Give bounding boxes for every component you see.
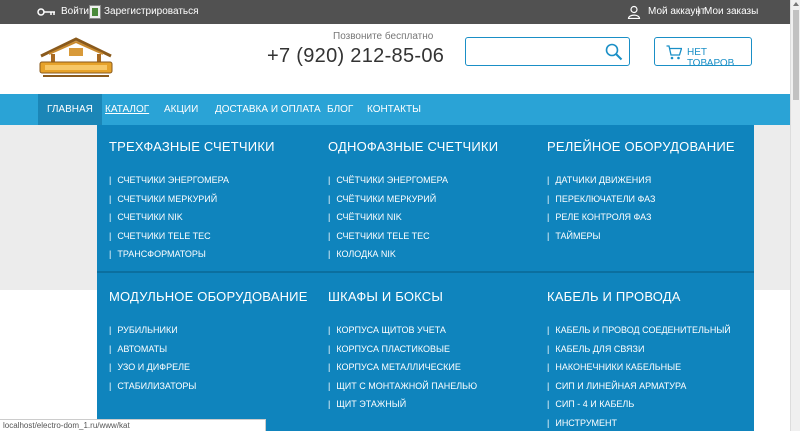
nav-catalog[interactable]: КАТАЛОГ [96, 94, 158, 125]
subcategory-link[interactable]: СЧЕТЧИКИ NIK [109, 212, 275, 231]
category-title[interactable]: КАБЕЛЬ И ПРОВОДА [547, 289, 731, 304]
dropdown-column: ТРЕХФАЗНЫЕ СЧЕТЧИКИ СЧЕТЧИКИ ЭНЕРГОМЕРА … [109, 139, 275, 268]
dropdown-column: ШКАФЫ И БОКСЫ КОРПУСА ЩИТОВ УЧЕТА КОРПУС… [328, 289, 477, 418]
scroll-up-icon[interactable] [793, 2, 799, 6]
search-box [465, 37, 630, 66]
subcategory-link[interactable]: ПЕРЕКЛЮЧАТЕЛИ ФАЗ [547, 194, 735, 213]
vertical-scrollbar[interactable] [790, 0, 800, 431]
cart-label: НЕТ ТОВАРОВ [687, 47, 735, 69]
nav-promotions[interactable]: АКЦИИ [155, 94, 207, 125]
subcategory-link[interactable]: КОРПУСА ПЛАСТИКОВЫЕ [328, 344, 477, 363]
scrollbar-thumb[interactable] [793, 10, 799, 100]
category-title[interactable]: ТРЕХФАЗНЫЕ СЧЕТЧИКИ [109, 139, 275, 154]
register-link[interactable]: Зарегистрироваться [104, 6, 199, 17]
subcategory-link[interactable]: ДАТЧИКИ ДВИЖЕНИЯ [547, 175, 735, 194]
dropdown-divider [97, 271, 754, 273]
search-icon[interactable] [605, 43, 623, 61]
subcategory-link[interactable]: СЧЁТЧИКИ ЭНЕРГОМЕРА [328, 175, 498, 194]
catalog-dropdown: ТРЕХФАЗНЫЕ СЧЕТЧИКИ СЧЕТЧИКИ ЭНЕРГОМЕРА … [97, 125, 754, 431]
status-bar-url: localhost/electro-dom_1.ru/www/kat [0, 419, 266, 431]
subcategory-link[interactable]: КОЛОДКА NIK [328, 249, 498, 268]
subcategory-link[interactable]: СЧЕТЧИКИ TELE TEC [109, 231, 275, 250]
search-input[interactable] [471, 42, 596, 62]
main-nav: ГЛАВНАЯ КАТАЛОГ АКЦИИ ДОСТАВКА И ОПЛАТА … [0, 94, 790, 125]
subcategory-link[interactable]: СЧЁТЧИКИ NIK [328, 212, 498, 231]
subcategory-link[interactable]: КАБЕЛЬ ДЛЯ СВЯЗИ [547, 344, 731, 363]
subcategory-link[interactable]: КОРПУСА МЕТАЛЛИЧЕСКИЕ [328, 362, 477, 381]
subcategory-link[interactable]: СИП - 4 И КАБЕЛЬ [547, 399, 731, 418]
subcategory-link[interactable]: АВТОМАТЫ [109, 344, 308, 363]
subcategory-link[interactable]: ИНСТРУМЕНТ [547, 418, 731, 431]
subcategory-link[interactable]: СЧЕТЧИКИ ЭНЕРГОМЕРА [109, 175, 275, 194]
house-logo[interactable] [37, 36, 115, 82]
dropdown-column: РЕЛЕЙНОЕ ОБОРУДОВАНИЕ ДАТЧИКИ ДВИЖЕНИЯ П… [547, 139, 735, 249]
subcategory-link[interactable]: РЕЛЕ КОНТРОЛЯ ФАЗ [547, 212, 735, 231]
dropdown-column: КАБЕЛЬ И ПРОВОДА КАБЕЛЬ И ПРОВОД СОЕДЕНИ… [547, 289, 731, 431]
category-title[interactable]: РЕЛЕЙНОЕ ОБОРУДОВАНИЕ [547, 139, 735, 154]
subcategory-link[interactable]: ЩИТ ЭТАЖНЫЙ [328, 399, 477, 418]
my-orders-link[interactable]: Мои заказы [704, 6, 758, 17]
subcategory-link[interactable]: КАБЕЛЬ И ПРОВОД СОЕДЕНИТЕЛЬНЫЙ [547, 325, 730, 344]
dropdown-column: МОДУЛЬНОЕ ОБОРУДОВАНИЕ РУБИЛЬНИКИ АВТОМА… [109, 289, 308, 399]
subcategory-link[interactable]: КОРПУСА ЩИТОВ УЧЕТА [328, 325, 477, 344]
subcategory-link[interactable]: СЧЕТЧИКИ TELE TEC [328, 231, 498, 250]
key-icon [37, 8, 55, 16]
subcategory-link[interactable]: СЧЁТЧИКИ МЕРКУРИЙ [328, 194, 498, 213]
subcategory-link[interactable]: СТАБИЛИЗАТОРЫ [109, 381, 308, 400]
nav-delivery[interactable]: ДОСТАВКА И ОПЛАТА [206, 94, 330, 125]
register-icon [89, 5, 101, 19]
subcategory-link[interactable]: НАКОНЕЧНИКИ КАБЕЛЬНЫЕ [547, 362, 731, 381]
subcategory-link[interactable]: РУБИЛЬНИКИ [109, 325, 308, 344]
dropdown-column: ОДНОФАЗНЫЕ СЧЕТЧИКИ СЧЁТЧИКИ ЭНЕРГОМЕРА … [328, 139, 498, 268]
subcategory-link[interactable]: СЧЕТЧИКИ МЕРКУРИЙ [109, 194, 275, 213]
subcategory-link[interactable]: УЗО И ДИФРЕЛЕ [109, 362, 308, 381]
cart-button[interactable]: НЕТ ТОВАРОВ [654, 37, 752, 69]
header: Позвоните бесплатно +7 (920) 212-85-06 Н… [0, 24, 790, 94]
top-bar: Войти Зарегистрироваться Мой аккаунт | М… [0, 0, 790, 24]
cart-icon [666, 45, 682, 60]
subcategory-link[interactable]: ТАЙМЕРЫ [547, 231, 735, 250]
nav-contacts[interactable]: КОНТАКТЫ [358, 94, 430, 125]
category-title[interactable]: ШКАФЫ И БОКСЫ [328, 289, 477, 304]
category-title[interactable]: ОДНОФАЗНЫЕ СЧЕТЧИКИ [328, 139, 498, 154]
category-title[interactable]: МОДУЛЬНОЕ ОБОРУДОВАНИЕ [109, 289, 308, 304]
user-icon [627, 5, 641, 19]
subcategory-link[interactable]: СИП И ЛИНЕЙНАЯ АРМАТУРА [547, 381, 731, 400]
nav-blog[interactable]: БЛОГ [318, 94, 362, 125]
separator: | [697, 6, 700, 17]
subcategory-link[interactable]: ТРАНСФОРМАТОРЫ [109, 249, 275, 268]
login-link[interactable]: Войти [61, 6, 89, 17]
subcategory-link[interactable]: ЩИТ С МОНТАЖНОЙ ПАНЕЛЬЮ [328, 381, 477, 400]
nav-home[interactable]: ГЛАВНАЯ [38, 94, 102, 125]
call-free-label: Позвоните бесплатно [333, 31, 434, 42]
phone-number[interactable]: +7 (920) 212-85-06 [267, 45, 444, 68]
